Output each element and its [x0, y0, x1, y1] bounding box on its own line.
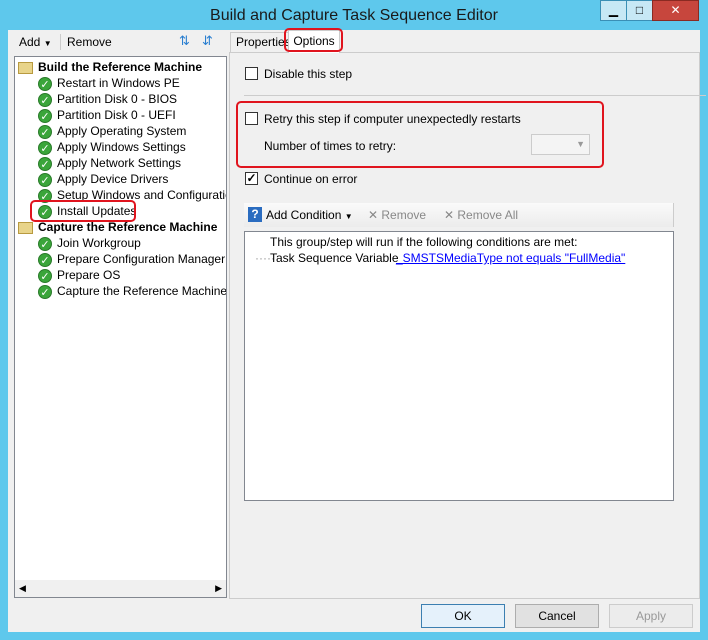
disable-step-label: Disable this step — [264, 67, 353, 81]
success-check-icon: ✓ — [38, 124, 52, 139]
tree-item[interactable]: ✓ Prepare OS — [38, 267, 120, 283]
options-panel: Disable this step Retry this step if com… — [229, 52, 706, 599]
maximize-button[interactable]: □ — [626, 0, 653, 21]
tree-group-label: Capture the Reference Machine — [38, 220, 218, 234]
cancel-button[interactable]: Cancel — [515, 604, 599, 628]
tree-item-label: Partition Disk 0 - BIOS — [57, 92, 178, 106]
close-button[interactable]: ✕ — [652, 0, 699, 21]
tree-item[interactable]: ✓ Partition Disk 0 - UEFI — [38, 107, 176, 123]
tree-item-label: Apply Network Settings — [57, 156, 182, 170]
separator — [244, 95, 706, 96]
scroll-left-icon[interactable]: ◀ — [15, 583, 26, 593]
disable-step-checkbox[interactable] — [245, 67, 258, 80]
minimize-button[interactable]: ▁ — [600, 0, 627, 21]
tree-item[interactable]: ✓ Apply Operating System — [38, 123, 186, 139]
tree-item-label: Apply Device Drivers — [57, 172, 169, 186]
tree-item-label: Capture the Reference Machine — [57, 284, 227, 298]
success-check-icon: ✓ — [38, 76, 52, 91]
add-menu-button[interactable]: Add ▼ — [19, 35, 52, 49]
tree-item[interactable]: ✓ Apply Network Settings — [38, 155, 181, 171]
condition-type: Task Sequence Variable — [270, 251, 399, 265]
tree-item[interactable]: ✓ Apply Windows Settings — [38, 139, 186, 155]
tree-item-label: Prepare Configuration Manager Cli — [57, 252, 227, 266]
conditions-list[interactable]: This group/step will run if the followin… — [244, 231, 674, 501]
tree-item[interactable]: ✓ Prepare Configuration Manager Cli — [38, 251, 227, 267]
conditions-toolbar: ? Add Condition ▼ ✕ Remove ✕ Remove All — [244, 203, 674, 227]
remove-button[interactable]: Remove — [67, 35, 112, 49]
success-check-icon: ✓ — [38, 284, 52, 299]
remove-condition-label: Remove — [381, 208, 427, 222]
horizontal-scrollbar[interactable]: ◀ ▶ — [15, 580, 226, 597]
success-check-icon: ✓ — [38, 236, 52, 251]
ok-button[interactable]: OK — [421, 604, 505, 628]
success-check-icon: ✓ — [38, 92, 52, 107]
divider — [60, 34, 61, 50]
success-check-icon: ✓ — [38, 268, 52, 283]
tree-item-label: Restart in Windows PE — [57, 76, 180, 90]
task-sequence-tree[interactable]: Build the Reference Machine ✓ Restart in W… — [14, 56, 227, 598]
remove-all-conditions-button[interactable]: ✕ Remove All — [444, 208, 518, 222]
continue-on-error-label: Continue on error — [264, 172, 358, 186]
success-check-icon: ✓ — [38, 252, 52, 267]
remove-condition-button[interactable]: ✕ Remove — [368, 208, 426, 222]
tab-properties[interactable]: Properties — [230, 32, 291, 52]
success-check-icon: ✓ — [38, 140, 52, 155]
tree-item[interactable]: ✓ Join Workgroup — [38, 235, 141, 251]
tree-item[interactable]: ✓ Capture the Reference Machine — [38, 283, 227, 299]
add-condition-button[interactable]: Add Condition ▼ — [266, 208, 353, 222]
tree-item-label: Apply Windows Settings — [57, 140, 186, 154]
help-icon: ? — [248, 207, 262, 222]
add-condition-label: Add Condition — [266, 208, 342, 222]
tree-item-label: Apply Operating System — [57, 124, 187, 138]
client-area: Add ▼ Remove ⇅ ⇵ Build the Reference Mac… — [8, 28, 706, 632]
add-label: Add — [19, 35, 41, 49]
conditions-header: This group/step will run if the followin… — [270, 235, 578, 249]
tree-item[interactable]: ✓ Apply Device Drivers — [38, 171, 168, 187]
apply-button[interactable]: Apply — [609, 604, 693, 628]
condition-link[interactable]: _SMSTSMediaType not equals "FullMedia" — [396, 251, 625, 265]
scroll-right-icon[interactable]: ▶ — [215, 580, 222, 597]
tree-item[interactable]: ✓ Restart in Windows PE — [38, 75, 180, 91]
highlight-retry — [236, 101, 604, 168]
chevron-down-icon: ▼ — [43, 39, 52, 48]
move-up-icon[interactable]: ⇅ — [179, 33, 190, 49]
continue-on-error-checkbox[interactable]: ✓ — [245, 172, 258, 185]
highlight-options-tab — [284, 28, 343, 52]
tree-item-label: Join Workgroup — [57, 236, 141, 250]
tree-item[interactable]: ✓ Partition Disk 0 - BIOS — [38, 91, 177, 107]
move-down-icon[interactable]: ⇵ — [202, 33, 213, 49]
remove-all-label: Remove All — [457, 208, 519, 222]
chevron-down-icon: ▼ — [344, 212, 353, 221]
tree-item-label: Partition Disk 0 - UEFI — [57, 108, 176, 122]
folder-icon — [18, 61, 33, 74]
success-check-icon: ✓ — [38, 172, 52, 187]
tree-group[interactable]: Capture the Reference Machine — [18, 219, 217, 235]
success-check-icon: ✓ — [38, 108, 52, 123]
tree-item-label: Prepare OS — [57, 268, 121, 282]
editor-window: Build and Capture Task Sequence Editor ▁… — [0, 0, 708, 640]
folder-icon — [18, 221, 33, 234]
success-check-icon: ✓ — [38, 156, 52, 171]
tree-group-label: Build the Reference Machine — [38, 60, 203, 74]
tree-group[interactable]: Build the Reference Machine — [18, 59, 202, 75]
